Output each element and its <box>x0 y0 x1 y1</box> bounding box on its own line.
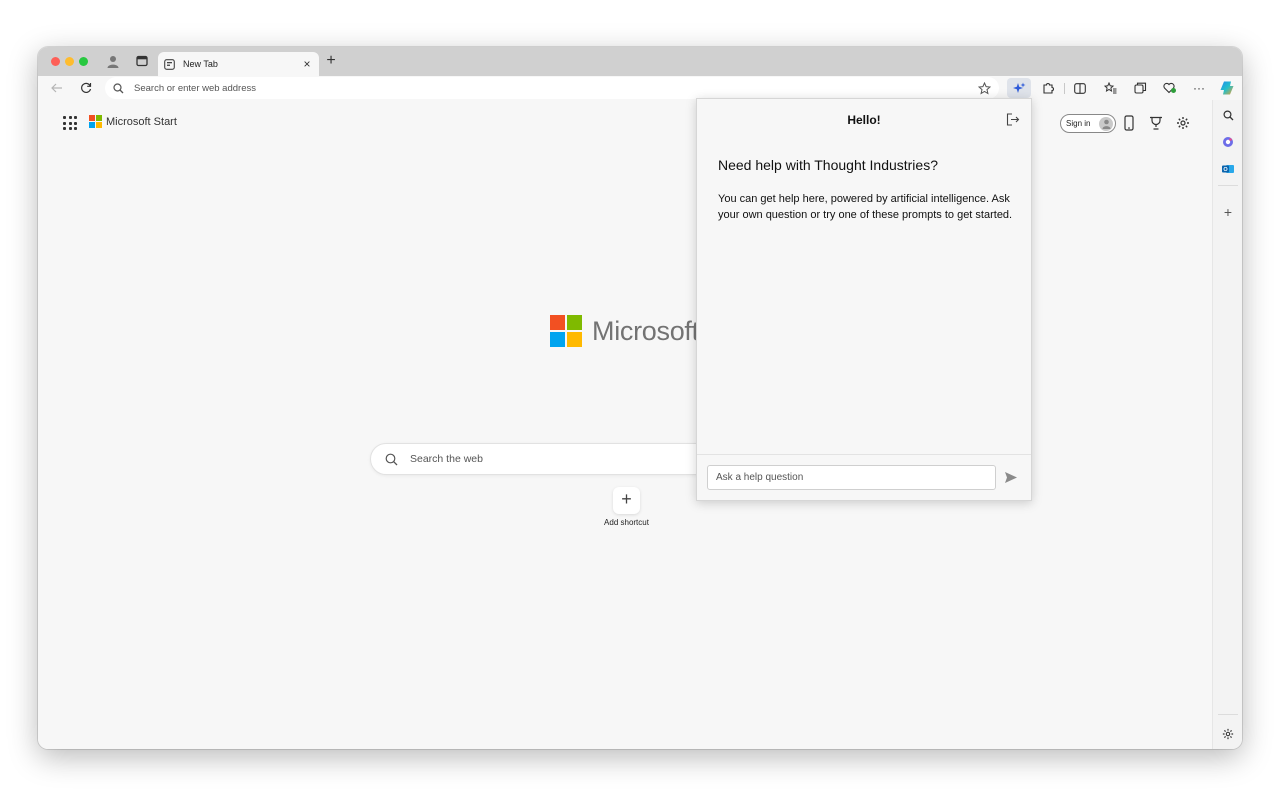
exit-icon[interactable] <box>1005 111 1021 127</box>
avatar-icon <box>1099 116 1113 131</box>
copilot-icon[interactable] <box>1219 80 1235 96</box>
web-search-box[interactable]: Search the web <box>370 443 750 475</box>
toolbar: Search or enter web address ··· <box>38 76 1242 100</box>
browser-window: New Tab × + Search or enter web address <box>38 47 1242 749</box>
search-icon <box>113 82 124 94</box>
send-icon[interactable] <box>1003 469 1019 485</box>
split-screen-icon[interactable] <box>1072 80 1088 96</box>
help-heading: Need help with Thought Industries? <box>718 157 938 173</box>
back-button[interactable] <box>49 80 65 96</box>
edge-sidebar: O + <box>1212 100 1242 749</box>
microsoft-logo-text: Microsoft <box>592 315 699 346</box>
logo-square-yellow <box>96 122 102 128</box>
logo-square-green <box>96 115 102 121</box>
zoom-window-button[interactable] <box>79 57 88 66</box>
toolbar-divider <box>1064 83 1065 94</box>
extensions-puzzle-icon[interactable] <box>1040 80 1056 96</box>
microsoft-logo-large-icon <box>550 315 582 347</box>
sidebar-outlook-icon[interactable]: O <box>1220 161 1236 177</box>
sidebar-settings-gear-icon[interactable] <box>1220 726 1236 742</box>
tab-title: New Tab <box>183 59 218 69</box>
add-shortcut-label: Add shortcut <box>604 518 649 527</box>
tab-actions-icon[interactable] <box>134 53 150 69</box>
sidebar-copilot-icon[interactable] <box>1220 134 1236 150</box>
help-input-area <box>697 454 1031 500</box>
refresh-button[interactable] <box>78 80 94 96</box>
sidebar-divider <box>1218 714 1238 715</box>
add-shortcut-tile[interactable]: + Add shortcut <box>598 487 655 527</box>
logo-square-green <box>567 315 582 330</box>
help-extension-icon[interactable] <box>1007 78 1031 98</box>
help-assistant-panel: Hello! Need help with Thought Industries… <box>696 98 1032 501</box>
page-settings-gear-icon[interactable] <box>1175 115 1191 131</box>
settings-more-button[interactable]: ··· <box>1191 80 1207 96</box>
phone-icon[interactable] <box>1121 115 1137 131</box>
help-panel-title: Hello! <box>847 113 881 127</box>
microsoft-start-label: Microsoft Start <box>106 115 177 128</box>
address-bar[interactable]: Search or enter web address <box>105 77 999 99</box>
help-question-input[interactable] <box>707 465 996 490</box>
svg-text:O: O <box>1223 167 1228 173</box>
logo-square-blue <box>550 332 565 347</box>
new-tab-page: Microsoft Start Microsoft Search the web… <box>38 100 1212 749</box>
microsoft-start-link[interactable]: Microsoft Start <box>89 115 177 128</box>
profile-icon[interactable] <box>105 53 121 69</box>
browser-essentials-icon[interactable] <box>1162 80 1178 96</box>
collections-icon[interactable] <box>1132 80 1148 96</box>
help-description: You can get help here, powered by artifi… <box>718 193 1013 221</box>
sign-in-button[interactable]: Sign in <box>1060 114 1116 133</box>
app-launcher-icon[interactable] <box>63 116 77 130</box>
logo-square-yellow <box>567 332 582 347</box>
logo-square-red <box>89 115 95 121</box>
sidebar-divider <box>1218 185 1238 186</box>
sign-in-label: Sign in <box>1066 119 1091 128</box>
tab-close-button[interactable]: × <box>301 58 313 70</box>
address-input[interactable]: Search or enter web address <box>134 83 978 94</box>
new-tab-button[interactable]: + <box>323 53 339 69</box>
minimize-window-button[interactable] <box>65 57 74 66</box>
add-shortcut-button[interactable]: + <box>613 487 640 514</box>
close-window-button[interactable] <box>51 57 60 66</box>
rewards-trophy-icon[interactable] <box>1148 115 1164 131</box>
sidebar-search-icon[interactable] <box>1220 107 1236 123</box>
logo-square-blue <box>89 122 95 128</box>
web-search-input[interactable]: Search the web <box>410 453 483 465</box>
tab-new-tab[interactable]: New Tab × <box>158 52 319 76</box>
new-tab-favicon-icon <box>164 58 176 70</box>
tab-strip: New Tab × + <box>38 47 1242 76</box>
sidebar-add-button[interactable]: + <box>1220 204 1236 220</box>
favorite-star-icon[interactable] <box>978 81 991 95</box>
favorites-icon[interactable] <box>1102 80 1118 96</box>
microsoft-center-logo: Microsoft <box>550 315 699 347</box>
search-icon <box>385 453 398 466</box>
logo-square-red <box>550 315 565 330</box>
microsoft-logo-icon <box>89 115 102 128</box>
